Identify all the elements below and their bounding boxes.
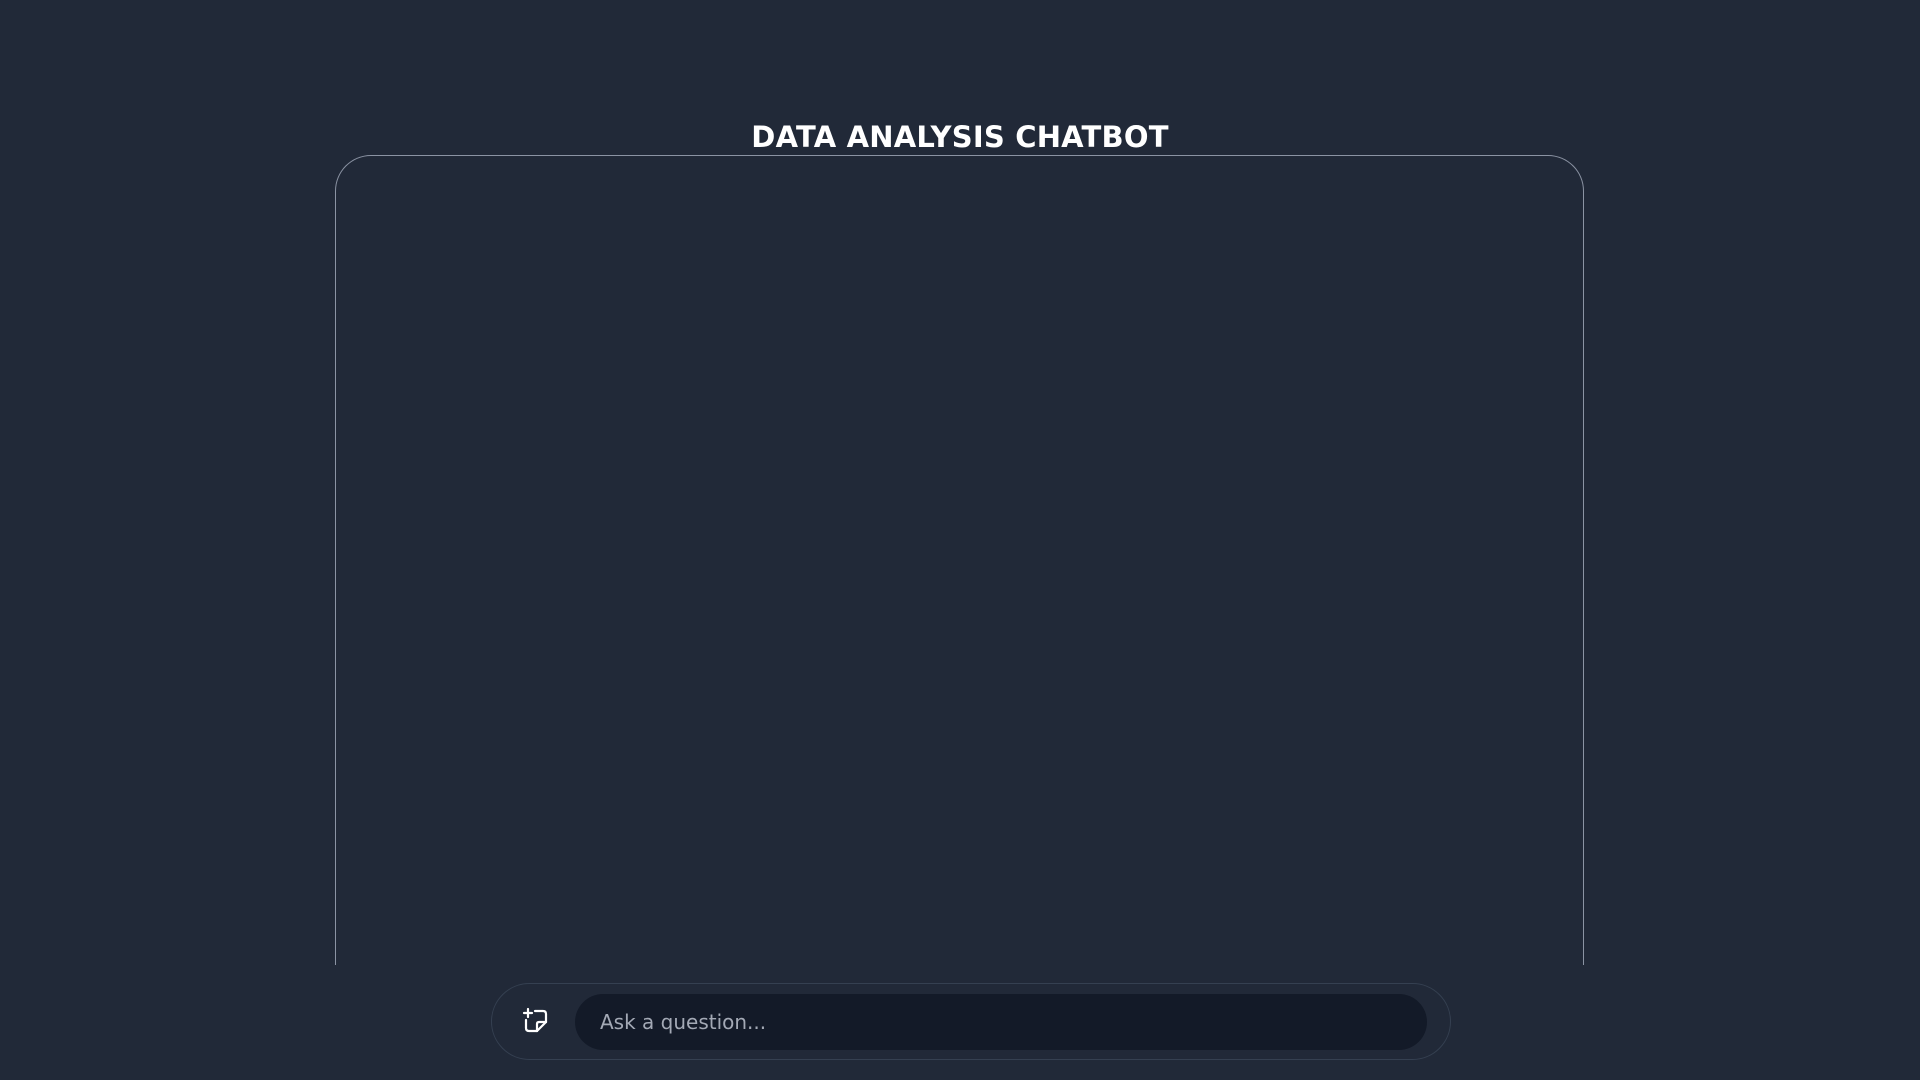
chat-messages-panel[interactable] (335, 155, 1584, 965)
chat-input-bar (491, 983, 1451, 1060)
page-title: DATA ANALYSIS CHATBOT (751, 120, 1169, 155)
question-input[interactable] (575, 994, 1427, 1050)
chatbot-app: DATA ANALYSIS CHATBOT (0, 0, 1920, 1080)
new-chat-icon (520, 1005, 550, 1038)
new-chat-button[interactable] (518, 1004, 552, 1038)
